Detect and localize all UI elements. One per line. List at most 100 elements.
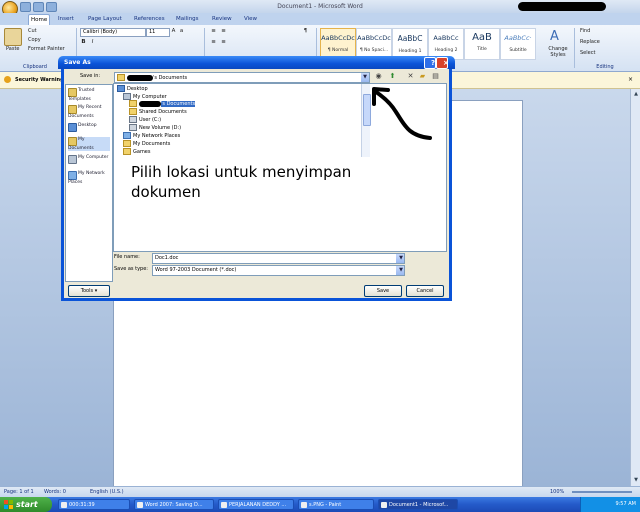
windows-logo-icon xyxy=(4,500,13,509)
taskbar-button-paint[interactable]: s.PNG - Paint xyxy=(298,499,374,510)
copy-button[interactable]: Copy xyxy=(28,37,41,43)
chevron-down-icon[interactable]: ▼ xyxy=(361,73,369,82)
redacted-region xyxy=(127,74,153,81)
tree-item-games[interactable]: Games xyxy=(123,148,151,156)
change-styles-button[interactable]: Change Styles xyxy=(544,46,572,58)
taskbar-button-perjalanan[interactable]: PERJALANAN DEDDY ... xyxy=(218,499,294,510)
tab-references[interactable]: References xyxy=(132,14,167,24)
tree-item-shared-documents[interactable]: Shared Documents xyxy=(129,108,187,116)
style-subtitle[interactable]: AaBbCc· Subtitle xyxy=(500,28,536,60)
dialog-title-bar[interactable]: Save As ? × xyxy=(58,56,455,69)
place-my-recent-documents[interactable]: My Recent Documents xyxy=(68,105,110,119)
tree-item-my-documents[interactable]: My Documents xyxy=(123,140,170,148)
security-warning-label: Security Warning xyxy=(15,77,64,83)
page-count[interactable]: Page: 1 of 1 xyxy=(4,489,34,495)
shrink-font-icon[interactable]: a xyxy=(178,28,185,35)
folder-icon xyxy=(123,148,131,155)
italic-button[interactable]: I xyxy=(89,39,96,46)
new-folder-icon[interactable]: ▰ xyxy=(418,72,427,81)
views-icon[interactable]: ▤ xyxy=(431,72,440,81)
align-center-icon[interactable]: ≡ xyxy=(220,39,227,46)
word-icon xyxy=(381,502,387,508)
folder-icon xyxy=(129,100,137,107)
select-button[interactable]: Select xyxy=(580,50,595,56)
divider xyxy=(574,28,575,68)
close-button[interactable]: × xyxy=(436,57,449,69)
paste-icon[interactable] xyxy=(4,28,22,46)
save-type-select[interactable]: Word 97-2003 Document (*.doc) ▼ xyxy=(152,265,405,276)
redacted-region xyxy=(518,2,606,11)
place-my-network-places[interactable]: My Network Places xyxy=(68,171,110,185)
paste-label[interactable]: Paste xyxy=(6,46,20,52)
tree-item-my-network-places[interactable]: My Network Places xyxy=(123,132,180,140)
tab-page-layout[interactable]: Page Layout xyxy=(86,14,124,24)
grow-font-icon[interactable]: A xyxy=(170,28,177,35)
help-button[interactable]: ? xyxy=(424,57,436,69)
tree-item-user-documents[interactable]: 's Documents xyxy=(129,100,196,108)
pilcrow-icon[interactable]: ¶ xyxy=(302,28,309,35)
tools-button[interactable]: Tools ▾ xyxy=(68,285,110,297)
folder-icon xyxy=(68,137,77,146)
clipboard-group-label: Clipboard xyxy=(23,64,47,70)
place-desktop[interactable]: Desktop xyxy=(68,123,110,132)
save-icon[interactable] xyxy=(20,2,31,12)
file-name-value: Doc1.doc xyxy=(155,255,179,261)
drive-icon xyxy=(129,116,137,123)
folder-icon xyxy=(129,108,137,115)
chevron-down-icon[interactable]: ▼ xyxy=(396,254,404,263)
word-title-bar: Document1 - Microsoft Word xyxy=(0,0,640,17)
annotation-text: Pilih lokasi untuk menyimpan dokumen xyxy=(131,163,352,201)
style-title[interactable]: AaB Title xyxy=(464,28,500,60)
tab-view[interactable]: View xyxy=(242,14,259,24)
redo-icon[interactable] xyxy=(46,2,57,12)
bullets-icon[interactable]: ≡ xyxy=(210,28,217,35)
tab-insert[interactable]: Insert xyxy=(56,14,76,24)
cut-button[interactable]: Cut xyxy=(28,28,37,34)
up-folder-icon[interactable]: ⬆ xyxy=(388,72,397,81)
app-icon xyxy=(61,502,67,508)
scroll-down-icon[interactable]: ▼ xyxy=(632,476,640,484)
chevron-down-icon[interactable]: ▼ xyxy=(396,266,404,275)
vertical-scrollbar[interactable]: ▲ ▼ xyxy=(630,89,640,486)
undo-icon[interactable] xyxy=(33,2,44,12)
place-my-computer[interactable]: My Computer xyxy=(68,155,110,164)
font-name-box[interactable]: Calibri (Body) xyxy=(80,28,146,37)
save-in-label: Save in: xyxy=(80,73,101,79)
app-icon xyxy=(221,502,227,508)
file-name-input[interactable]: Doc1.doc ▼ xyxy=(152,253,405,264)
language-indicator[interactable]: English (U.S.) xyxy=(90,489,124,495)
change-styles-icon[interactable]: A xyxy=(550,29,562,44)
cancel-button[interactable]: Cancel xyxy=(406,285,444,297)
replace-button[interactable]: Replace xyxy=(580,39,600,45)
scroll-up-icon[interactable]: ▲ xyxy=(632,90,640,98)
find-button[interactable]: Find xyxy=(580,28,590,34)
tree-item-drive-d[interactable]: New Volume (D:) xyxy=(129,124,181,132)
word-count[interactable]: Words: 0 xyxy=(44,489,66,495)
tab-home[interactable]: Home xyxy=(28,14,51,25)
zoom-slider[interactable] xyxy=(572,491,632,493)
taskbar-button-word-saving[interactable]: Word 2007: Saving D... xyxy=(134,499,214,510)
zoom-level[interactable]: 100% xyxy=(550,489,564,495)
taskbar-button-timer[interactable]: 000:31:39 xyxy=(58,499,130,510)
save-button[interactable]: Save xyxy=(364,285,402,297)
align-left-icon[interactable]: ≡ xyxy=(210,39,217,46)
format-painter-button[interactable]: Format Painter xyxy=(28,46,65,52)
delete-icon[interactable]: ✕ xyxy=(406,72,415,81)
warning-icon xyxy=(4,76,11,83)
back-icon[interactable]: ◉ xyxy=(374,72,383,81)
place-trusted-templates[interactable]: Trusted Templates xyxy=(68,88,110,102)
bold-button[interactable]: B xyxy=(80,39,87,46)
folder-icon xyxy=(68,88,77,97)
tree-item-drive-c[interactable]: User (C:) xyxy=(129,116,161,124)
tree-item-desktop[interactable]: Desktop xyxy=(117,85,148,93)
close-icon[interactable]: × xyxy=(628,76,633,83)
tab-mailings[interactable]: Mailings xyxy=(174,14,201,24)
taskbar-button-document1[interactable]: Document1 - Microsof... xyxy=(378,499,458,510)
tab-review[interactable]: Review xyxy=(210,14,234,24)
save-in-dropdown[interactable]: 's Documents ▼ xyxy=(114,72,370,83)
font-size-box[interactable]: 11 xyxy=(146,28,170,37)
clock[interactable]: 9:57 AM xyxy=(615,501,636,507)
computer-icon xyxy=(68,155,77,164)
place-my-documents[interactable]: My Documents xyxy=(68,137,110,151)
numbering-icon[interactable]: ≡ xyxy=(220,28,227,35)
